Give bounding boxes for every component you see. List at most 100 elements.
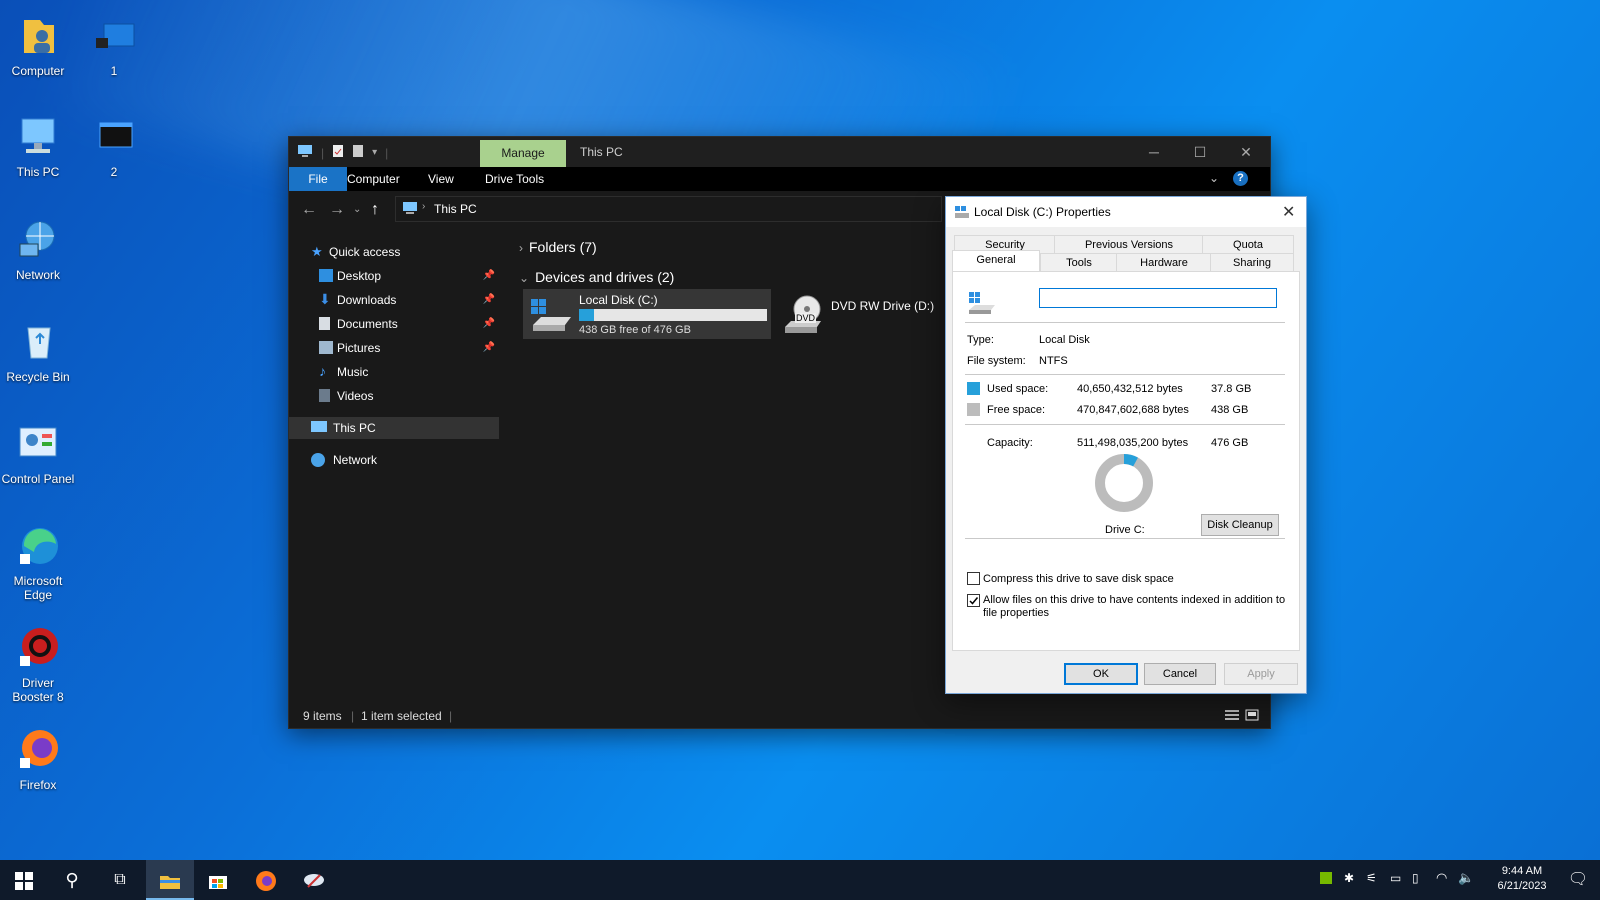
satellite-icon[interactable]: ⚟	[1366, 871, 1377, 885]
manage-contextual-tab[interactable]: Manage	[480, 140, 566, 167]
nav-item-label: Quick access	[329, 245, 401, 259]
desktop-icon-label: 2	[110, 165, 118, 179]
start-button[interactable]	[0, 860, 48, 900]
tab-general[interactable]: General	[952, 250, 1040, 272]
microsoft-store-icon[interactable]	[194, 860, 242, 900]
nav-item-downloads[interactable]: ⬇ Downloads 📌	[289, 289, 499, 311]
qat-separator: |	[385, 145, 389, 160]
monitor-icon[interactable]: ▭	[1390, 871, 1401, 885]
tab-drive-tools[interactable]: Drive Tools	[471, 167, 558, 191]
network-globe-icon	[14, 216, 62, 264]
window-title: This PC	[580, 145, 623, 159]
desktop-icon-computer[interactable]: Computer	[0, 12, 76, 78]
compress-drive-checkbox[interactable]	[967, 572, 980, 585]
nav-item-network[interactable]: Network	[289, 449, 499, 471]
desktop-icon-recycle-bin[interactable]: Recycle Bin	[0, 318, 76, 384]
ribbon-tabs: File Computer View Drive Tools ⌄ ?	[289, 167, 1270, 191]
general-tab-panel: Type: Local Disk File system: NTFS Used …	[952, 271, 1300, 651]
close-window-icon[interactable]: ✕	[1223, 137, 1269, 167]
nav-item-this-pc[interactable]: This PC	[289, 417, 499, 439]
free-space-bytes: 470,847,602,688 bytes	[1077, 404, 1189, 416]
snipping-tool-icon[interactable]	[290, 860, 338, 900]
breadcrumb-chevron-icon[interactable]: ›	[422, 201, 425, 212]
back-arrow-icon[interactable]: ←	[301, 201, 317, 219]
cancel-button[interactable]: Cancel	[1144, 663, 1216, 685]
address-path: This PC	[434, 202, 477, 216]
large-icons-view-icon[interactable]	[1245, 709, 1259, 724]
maximize-icon[interactable]: ☐	[1177, 137, 1223, 167]
capacity-label: Capacity:	[987, 437, 1033, 449]
desktop-icon-firefox[interactable]: Firefox	[0, 726, 76, 792]
minimize-icon[interactable]: ─	[1131, 137, 1177, 167]
nav-item-label: Music	[337, 365, 369, 379]
dvd-badge: DVD	[795, 313, 817, 323]
close-dialog-icon[interactable]: ✕	[1282, 202, 1295, 222]
tab-hardware[interactable]: Hardware	[1116, 253, 1212, 272]
tab-previous-versions[interactable]: Previous Versions	[1054, 235, 1204, 254]
desktop-icon-control-panel[interactable]: Control Panel	[0, 420, 76, 486]
local-disk-properties-dialog[interactable]: Local Disk (C:) Properties ✕ Security Pr…	[945, 196, 1307, 694]
desktop-icon-driver-booster[interactable]: Driver Booster 8	[0, 624, 76, 704]
up-arrow-icon[interactable]: ↑	[371, 201, 379, 219]
apply-button[interactable]: Apply	[1224, 663, 1298, 685]
tab-quota[interactable]: Quota	[1202, 235, 1294, 254]
recent-locations-chevron-icon[interactable]: ⌄	[353, 204, 361, 215]
index-files-checkbox[interactable]	[967, 594, 980, 607]
nav-item-videos[interactable]: Videos	[289, 385, 499, 407]
help-icon[interactable]: ?	[1233, 171, 1248, 186]
nav-quick-access[interactable]: ★ Quick access	[289, 241, 499, 263]
address-bar[interactable]: › This PC	[395, 196, 942, 222]
desktop-icon-microsoft-edge[interactable]: Microsoft Edge	[0, 522, 76, 602]
clock[interactable]: 9:44 AM 6/21/2023	[1482, 860, 1562, 900]
file-explorer-taskbar-icon[interactable]	[146, 860, 194, 900]
properties-icon[interactable]	[332, 144, 344, 161]
bluetooth-icon[interactable]: ✱	[1344, 871, 1354, 885]
user-folder-icon	[14, 12, 62, 60]
disk-cleanup-button[interactable]: Disk Cleanup	[1201, 514, 1279, 536]
new-folder-icon[interactable]	[352, 144, 364, 161]
explorer-titlebar[interactable]: | ▾ | Manage This PC ─ ☐ ✕	[289, 137, 1270, 167]
desktop-icon-label: Network	[15, 268, 60, 282]
dialog-title: Local Disk (C:) Properties	[974, 205, 1111, 219]
customize-qat-icon[interactable]: ▾	[372, 147, 377, 158]
recycle-bin-icon	[14, 318, 62, 366]
black-window-icon	[90, 113, 138, 161]
nvidia-icon[interactable]	[1320, 872, 1332, 884]
pin-icon: 📌	[482, 294, 495, 305]
firefox-taskbar-icon[interactable]	[242, 860, 290, 900]
pictures-icon	[319, 341, 333, 354]
battery-icon[interactable]: ▯	[1412, 871, 1419, 885]
desktop-folder-icon	[319, 269, 333, 282]
drive-usage-fill	[579, 309, 595, 321]
tab-computer[interactable]: Computer	[333, 167, 414, 191]
document-icon	[319, 317, 330, 330]
tab-view[interactable]: View	[414, 167, 468, 191]
group-devices-drives[interactable]: ⌄ Devices and drives (2)	[519, 269, 674, 285]
nav-item-label: Network	[333, 453, 378, 467]
search-icon[interactable]: ⚲	[48, 860, 96, 900]
qat-separator: |	[321, 145, 325, 160]
ribbon-expand-chevron-icon[interactable]: ⌄	[1209, 171, 1219, 185]
nav-item-desktop[interactable]: Desktop 📌	[289, 265, 499, 287]
volume-icon[interactable]: 🔈	[1458, 870, 1474, 886]
tab-sharing[interactable]: Sharing	[1210, 253, 1294, 272]
wifi-icon[interactable]: ◠	[1436, 870, 1447, 886]
group-folders[interactable]: › Folders (7)	[519, 239, 597, 255]
details-view-icon[interactable]	[1225, 709, 1239, 724]
drive-dvd-rw-d[interactable]: DVD DVD RW Drive (D:)	[779, 289, 939, 339]
desktop-icon-2[interactable]: 2	[76, 113, 152, 179]
drive-name-input[interactable]	[1039, 288, 1277, 308]
task-view-icon[interactable]: ⧉	[96, 860, 144, 900]
desktop-icon-network[interactable]: Network	[0, 216, 76, 282]
forward-arrow-icon[interactable]: →	[329, 201, 345, 219]
notification-center-icon[interactable]: 🗨	[1556, 860, 1600, 900]
drive-local-disk-c[interactable]: Local Disk (C:) 438 GB free of 476 GB	[523, 289, 771, 339]
nav-item-documents[interactable]: Documents 📌	[289, 313, 499, 335]
tab-tools[interactable]: Tools	[1040, 253, 1118, 272]
desktop-icon-this-pc[interactable]: This PC	[0, 113, 76, 179]
ok-button[interactable]: OK	[1064, 663, 1138, 685]
nav-item-pictures[interactable]: Pictures 📌	[289, 337, 499, 359]
driver-booster-icon	[14, 624, 62, 672]
desktop-icon-1[interactable]: 1	[76, 12, 152, 78]
nav-item-music[interactable]: ♪ Music	[289, 361, 499, 383]
